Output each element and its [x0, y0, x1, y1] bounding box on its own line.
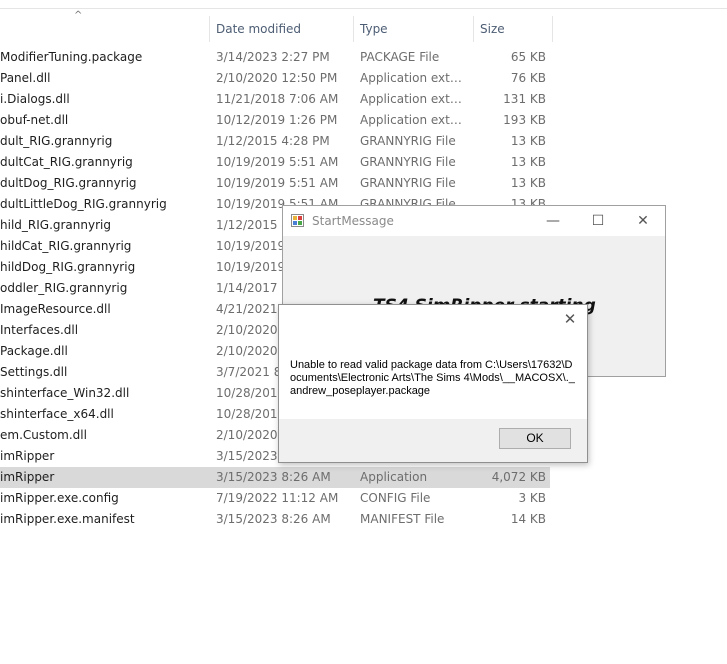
file-size: 14 KB [510, 512, 546, 526]
file-row[interactable]: imRipper.exe.manifest 3/15/2023 8:26 AM MA… [0, 509, 550, 530]
file-name: dultLittleDog_RIG.grannyrig [0, 197, 167, 211]
file-date: 7/19/2022 11:12 AM [216, 491, 339, 505]
close-button[interactable]: ✕ [620, 206, 666, 236]
file-name: Panel.dll [0, 71, 51, 85]
error-message-text: Unable to read valid package data from C… [290, 359, 575, 397]
file-name: dultDog_RIG.grannyrig [0, 176, 137, 190]
file-name: Settings.dll [0, 365, 68, 379]
file-date: 10/19/2019 5:51 AM [216, 176, 339, 190]
error-message-box: ✕ Unable to read valid package data from… [278, 304, 588, 463]
file-size: 13 KB [510, 176, 546, 190]
file-size: 13 KB [510, 155, 546, 169]
start-message-title: StartMessage [312, 214, 394, 228]
column-header-type[interactable]: Type [354, 17, 473, 41]
minimize-button[interactable]: — [530, 206, 576, 236]
file-type: Application [360, 470, 428, 484]
file-type: GRANNYRIG File [360, 155, 456, 169]
column-header-size[interactable]: Size [474, 17, 552, 41]
file-date: 3/14/2023 2:27 PM [216, 50, 330, 64]
file-name: em.Custom.dll [0, 428, 87, 442]
file-row[interactable]: imRipper.exe.config 7/19/2022 11:12 AM CON… [0, 488, 550, 509]
file-name: obuf-net.dll [0, 113, 69, 127]
file-size: 193 KB [503, 113, 546, 127]
file-row[interactable]: dult_RIG.grannyrig 1/12/2015 4:28 PM GRANN… [0, 131, 550, 152]
column-separator[interactable] [552, 16, 553, 42]
file-name: Interfaces.dll [0, 323, 79, 337]
file-row[interactable]: imRipper 3/15/2023 8:26 AM Application 4,07… [0, 467, 550, 488]
file-date: 10/12/2019 1:26 PM [216, 113, 338, 127]
file-size: 4,072 KB [491, 470, 546, 484]
file-name: imRipper [0, 470, 55, 484]
file-size: 131 KB [503, 92, 546, 106]
file-size: 76 KB [510, 71, 546, 85]
file-size: 3 KB [518, 491, 546, 505]
file-name: imRipper.exe.manifest [0, 512, 135, 526]
file-name: hild_RIG.grannyrig [0, 218, 111, 232]
file-name: shinterface_Win32.dll [0, 386, 130, 400]
file-name: Package.dll [0, 344, 68, 358]
file-date: 10/19/2019 5:51 AM [216, 155, 339, 169]
file-row[interactable]: dultCat_RIG.grannyrig 10/19/2019 5:51 AM G… [0, 152, 550, 173]
file-type: Application exten... [360, 71, 468, 85]
start-message-titlebar[interactable]: StartMessage — ☐ ✕ [283, 206, 665, 236]
column-header-date[interactable]: Date modified [210, 17, 353, 41]
file-row[interactable]: Panel.dll 2/10/2020 12:50 PM Application e… [0, 68, 550, 89]
file-row[interactable]: i.Dialogs.dll 11/21/2018 7:06 AM Applicati… [0, 89, 550, 110]
file-date: 3/15/2023 8:26 AM [216, 512, 331, 526]
message-box-footer: OK [279, 419, 587, 462]
file-row[interactable]: obuf-net.dll 10/12/2019 1:26 PM Applicatio… [0, 110, 550, 131]
file-type: PACKAGE File [360, 50, 440, 64]
file-name: imRipper.exe.config [0, 491, 119, 505]
file-size: 65 KB [510, 50, 546, 64]
file-name: ImageResource.dll [0, 302, 111, 316]
close-icon[interactable]: ✕ [559, 309, 581, 329]
file-name: oddler_RIG.grannyrig [0, 281, 128, 295]
file-type: Application exten... [360, 92, 468, 106]
file-date: 11/21/2018 7:06 AM [216, 92, 339, 106]
ok-button[interactable]: OK [499, 428, 571, 449]
file-type: CONFIG File [360, 491, 431, 505]
file-name: i.Dialogs.dll [0, 92, 70, 106]
file-date: 2/10/2020 12:50 PM [216, 71, 338, 85]
file-name: ModifierTuning.package [0, 50, 143, 64]
app-window-icon [291, 214, 304, 227]
file-date: 1/12/2015 4:28 PM [216, 134, 330, 148]
column-separator[interactable] [209, 16, 210, 42]
file-name: hildDog_RIG.grannyrig [0, 260, 136, 274]
file-name: shinterface_x64.dll [0, 407, 114, 421]
file-date: 3/15/2023 8:26 AM [216, 470, 331, 484]
maximize-button[interactable]: ☐ [575, 206, 621, 236]
sort-ascending-icon[interactable]: ^ [74, 11, 82, 21]
file-type: GRANNYRIG File [360, 134, 456, 148]
file-row[interactable]: ModifierTuning.package 3/14/2023 2:27 PM P… [0, 47, 550, 68]
file-name: imRipper [0, 449, 55, 463]
file-name: dultCat_RIG.grannyrig [0, 155, 133, 169]
file-type: GRANNYRIG File [360, 176, 456, 190]
file-name: hildCat_RIG.grannyrig [0, 239, 132, 253]
top-divider [0, 8, 727, 9]
file-type: Application exten... [360, 113, 468, 127]
file-size: 13 KB [510, 134, 546, 148]
file-type: MANIFEST File [360, 512, 445, 526]
file-row[interactable]: dultDog_RIG.grannyrig 10/19/2019 5:51 AM G… [0, 173, 550, 194]
file-name: dult_RIG.grannyrig [0, 134, 113, 148]
